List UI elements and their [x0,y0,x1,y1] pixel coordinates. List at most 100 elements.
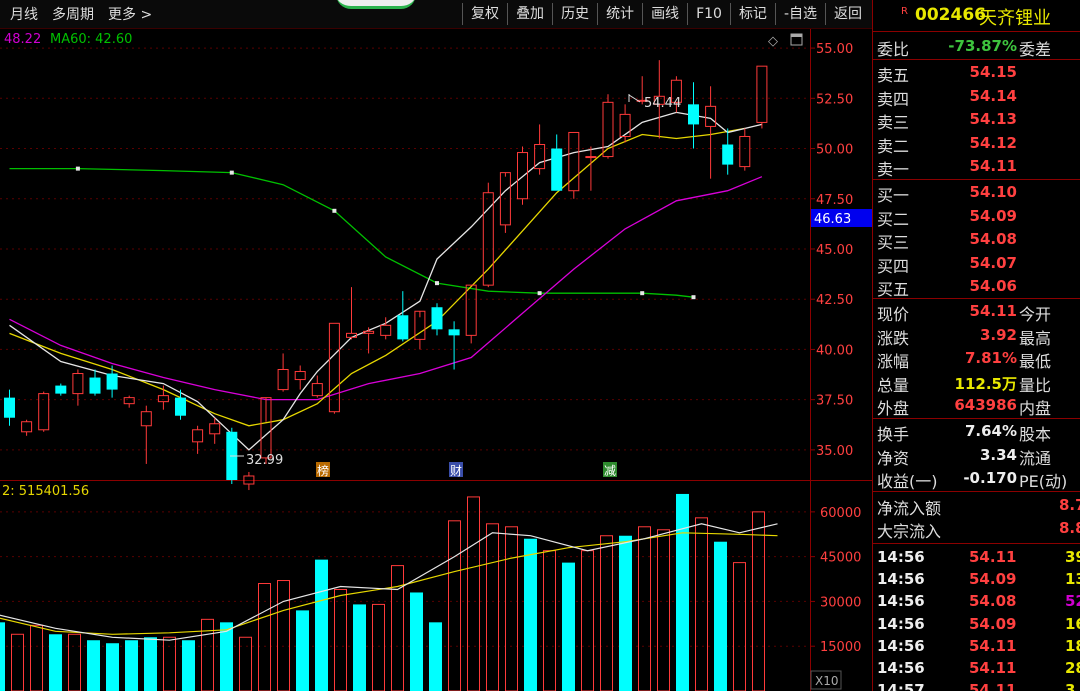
bid-row-value: 54.06 [969,277,1017,295]
volume-bar-up [505,526,518,691]
ma20-line [9,176,763,401]
tick-volume: 52 [1065,592,1080,611]
stat2-row-label: 换手 [877,425,910,444]
multi-period-button[interactable]: 多周期 [52,4,94,24]
stat-row-value: 3.92 [979,325,1017,344]
stat2-row-label2: 股本 [1019,425,1052,444]
ask-row: 卖五 54.15 [873,61,1080,85]
volume-legend: 2: 515401.56 [2,484,89,499]
toolbar-right: 复权 叠加 历史 统计 画线 F10 标记 -自选 返回 [462,3,870,25]
tick-row: 14:56 54.11 18 [873,635,1080,657]
bid-row-label: 买四 [877,256,910,276]
kline-chart[interactable]: 55.00 52.50 50.00 47.50 45.00 42.50 40.00 37.50… [0,0,872,691]
tick-price: 54.11 [969,636,1017,655]
flow-value: 8.8 [1059,519,1080,537]
tick-price: 54.09 [969,614,1017,633]
more-button[interactable]: 更多 > [108,4,152,24]
back-button[interactable]: 返回 [825,3,870,25]
monthly-button[interactable]: 月线 [10,4,38,24]
tick-price: 54.11 [969,659,1017,677]
bid-row-label: 买二 [877,209,910,229]
candle-up [38,393,50,431]
stat-row: 总量 112.5万 量比 [873,371,1080,395]
candle-up [21,421,33,433]
stat-row-label2: 最低 [1019,352,1052,371]
volume-bar-up [448,520,461,691]
price-axis: 55.00 52.50 50.00 47.50 45.00 42.50 40.00 37.50… [810,42,853,459]
volume-bar-down [125,640,138,691]
ma10-line [9,127,745,427]
ask-row-label: 卖五 [877,66,910,85]
restore-rights-button[interactable]: 复权 [462,3,507,25]
bid-row: 买五 54.06 [873,275,1080,299]
stat-row-label2: 今开 [1019,305,1052,324]
tick-time: 14:56 [877,548,925,566]
volume-bar-down [353,604,366,691]
stat-row: 外盘 643986 内盘 [873,394,1080,418]
tick-time: 14:56 [877,592,925,611]
volume-bar-up [391,565,404,691]
ask-row: 卖二 54.12 [873,132,1080,156]
price-tick-label: 42.50 [816,293,853,308]
candle-down [448,329,460,336]
volume-bar-up [543,550,556,691]
candle-down [106,373,118,390]
stat-row-value: 54.11 [969,302,1017,320]
stat2-row-value: 7.64% [964,422,1017,440]
ma60-legend: MA60: 42.60 [50,32,132,47]
stat-row-label: 现价 [877,305,910,324]
marker-jian-text: 减 [604,464,616,478]
tick-price: 54.09 [969,570,1017,589]
price-tick-label: 45.00 [816,243,853,258]
flow-value: 8.7 [1059,496,1080,514]
tick-row: 14:57 54.11 3 [873,679,1080,691]
divider [873,543,1080,544]
bid-row-value: 54.07 [969,253,1017,272]
tick-row: 14:56 54.09 13 [873,568,1080,590]
divider [873,298,1080,299]
overlay-button[interactable]: 叠加 [507,3,552,25]
stat-row-label: 涨幅 [877,352,910,371]
tick-time: 14:56 [877,570,925,589]
toolbar: 月线 多周期 更多 > 复权 叠加 历史 统计 画线 F10 标记 -自选 返回 [0,0,872,29]
candle-up [140,411,152,427]
f10-button[interactable]: F10 [687,3,730,25]
stat-row: 涨幅 7.81% 最低 [873,347,1080,371]
tick-volume: 16 [1065,614,1080,633]
tick-row: 14:56 54.11 39 [873,546,1080,568]
stat2-row-label2: PE(动) [1019,472,1068,491]
candle-up [705,105,717,127]
price-tick-label: 35.00 [816,444,853,459]
ma60-path-dot [537,291,542,296]
stat-row: 涨跌 3.92 最高 [873,324,1080,348]
candle-up [277,369,289,391]
candle-up [72,373,84,395]
watchlist-button[interactable]: -自选 [774,3,825,25]
diamond-icon[interactable]: ◇ [768,34,778,49]
candle-down [722,144,734,165]
candle-up [328,322,340,413]
tick-row: 14:56 54.09 16 [873,613,1080,635]
volume-ma5-path [0,523,778,641]
candle-up [123,397,135,405]
history-button[interactable]: 历史 [552,3,597,25]
stat2-row-label: 净资 [877,448,910,468]
ma60-path-dot [75,166,80,171]
candle-down [397,315,409,340]
draw-line-button[interactable]: 画线 [642,3,687,25]
statistics-button[interactable]: 统计 [597,3,642,25]
bid-row: 买三 54.08 [873,228,1080,252]
flow-label: 净流入额 [877,499,942,518]
candle-down [551,148,563,191]
low-label: 32.99 [246,453,283,468]
stock-code: 002466 [915,5,986,25]
chart-grid [0,28,872,691]
stat-row-label2: 内盘 [1019,399,1052,418]
stat2-row: 换手 7.64% 股本 [873,420,1080,444]
ask-row: 卖一 54.11 [873,155,1080,179]
mark-button[interactable]: 标记 [729,3,775,25]
ma60-path-dot [229,170,234,175]
stat-row-label2: 最高 [1019,328,1052,348]
ma60-line [9,166,696,300]
ma20-path [9,176,763,401]
